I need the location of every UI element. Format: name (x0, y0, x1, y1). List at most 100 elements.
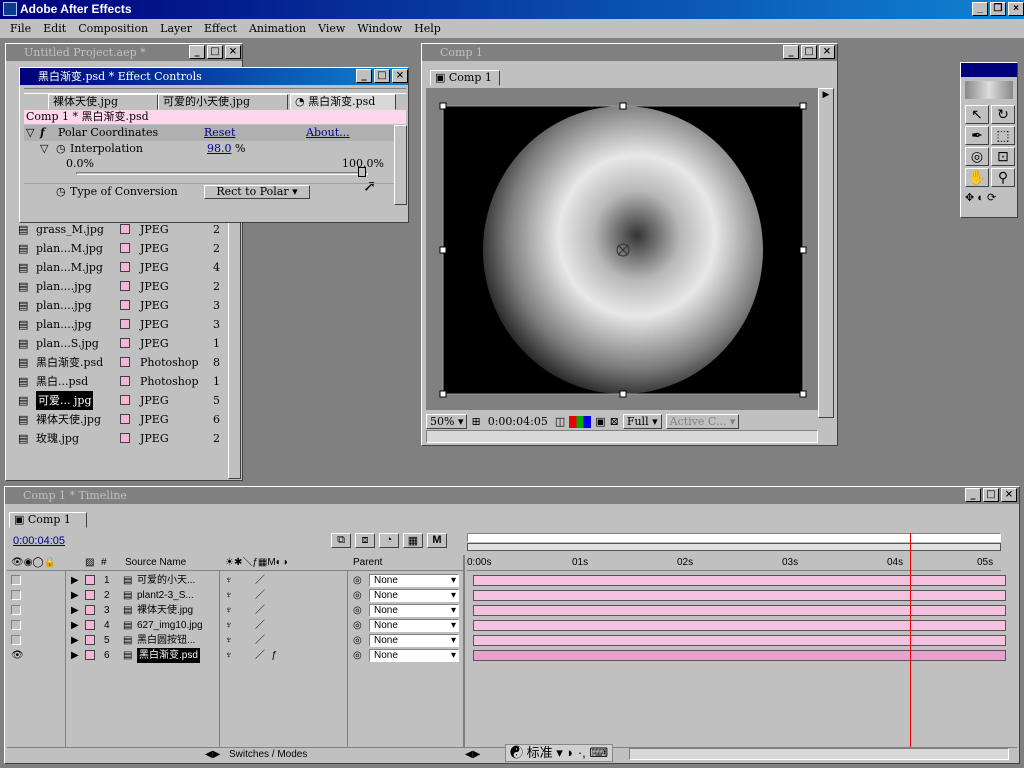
quality-switch-icon[interactable]: ／ (255, 648, 265, 663)
layer-duration-bar[interactable] (473, 605, 1006, 616)
zoom-tool-icon[interactable]: ⚲ (991, 168, 1015, 187)
pickwhip-icon[interactable]: ◎ (353, 573, 362, 588)
rect-mask-tool-icon[interactable]: ⬚ (991, 126, 1015, 145)
pickwhip-icon[interactable]: ◎ (353, 588, 362, 603)
ime-toolbar[interactable]: ☯ 标准 ▾ ◗ ·, ⌨ (505, 744, 614, 762)
label-swatch[interactable] (120, 338, 130, 348)
label-swatch[interactable] (120, 319, 130, 329)
menu-edit[interactable]: Edit (37, 22, 72, 35)
label-swatch[interactable] (120, 243, 130, 253)
parent-dropdown[interactable]: None ▾ (369, 574, 459, 587)
minimize-button[interactable]: _ (972, 2, 988, 16)
project-item[interactable]: ▤ 黑白渐变.psd Photoshop 8 (14, 353, 226, 372)
expand-arrow-icon[interactable]: ▶ (71, 573, 79, 588)
layer-name[interactable]: 裸体天使.jpg (137, 603, 193, 618)
shy-switch-icon[interactable]: ♆ (225, 573, 233, 588)
label-swatch[interactable] (120, 281, 130, 291)
label-swatch[interactable] (120, 262, 130, 272)
menu-window[interactable]: Window (351, 22, 408, 35)
conversion-dropdown[interactable]: Rect to Polar ▾ (204, 185, 310, 199)
time-ruler[interactable]: 0:00s 01s 02s 03s 04s 05s (467, 555, 1001, 571)
comp-maximize-button[interactable]: □ (801, 45, 817, 59)
effect-switch-icon[interactable]: ƒ (271, 648, 277, 663)
label-swatch[interactable] (120, 414, 130, 424)
time-navigator[interactable] (467, 533, 1001, 542)
shy-switch-icon[interactable]: ♆ (225, 588, 233, 603)
shy-switch-icon[interactable]: ♆ (225, 648, 233, 663)
quality-switch-icon[interactable]: ／ (255, 573, 265, 588)
label-swatch[interactable] (120, 300, 130, 310)
comp-minimize-button[interactable]: _ (783, 45, 799, 59)
eye-icon[interactable]: 👁 (11, 648, 24, 663)
pen-tool-icon[interactable]: ✒ (965, 126, 989, 145)
layer-row[interactable]: ▶ 5 ▤ 黑白圆按钮... ♆ ／ ◎ None ▾ (7, 633, 1019, 648)
resolution-dropdown[interactable]: Full ▾ (622, 414, 662, 429)
selection-tool-icon[interactable]: ↖ (965, 105, 989, 124)
layer-label-swatch[interactable] (85, 650, 95, 660)
project-item[interactable]: ▤ 黑白...psd Photoshop 1 (14, 372, 226, 391)
conversion-stopwatch-icon[interactable]: ◷ (56, 184, 66, 200)
comp-viewer[interactable] (426, 88, 818, 410)
layer-row[interactable]: 👁 ▶ 6 ▤ 黑白渐变.psd ♆ ／ ƒ ◎ None ▾ (7, 648, 1019, 663)
effect-close-button[interactable]: × (392, 69, 408, 83)
effect-minimize-button[interactable]: _ (356, 69, 372, 83)
timeline-timecode[interactable]: 0:00:04:05 (13, 535, 65, 547)
channels-icon[interactable] (569, 415, 592, 428)
menu-help[interactable]: Help (408, 22, 447, 35)
rotation-tool-icon[interactable]: ↻ (991, 105, 1015, 124)
layer-label-swatch[interactable] (85, 605, 95, 615)
menu-layer[interactable]: Layer (154, 22, 198, 35)
pickwhip-icon[interactable]: ◎ (353, 603, 362, 618)
shy-switch-icon[interactable]: ♆ (225, 633, 233, 648)
expand-arrow-icon[interactable]: ▶ (71, 618, 79, 633)
switches-toggle-arrows-icon[interactable]: ◀▶ (205, 748, 220, 761)
timeline-comp-tab[interactable]: ▣ Comp 1 (9, 512, 87, 528)
expand-arrow-icon[interactable]: ▶ (71, 603, 79, 618)
layer-row[interactable]: ▶ 3 ▤ 裸体天使.jpg ♆ ／ ◎ None ▾ (7, 603, 1019, 618)
motion-blur-icon[interactable]: ◔ (379, 533, 399, 548)
source-name-header[interactable]: Source Name (125, 555, 186, 571)
menu-animation[interactable]: Animation (243, 22, 312, 35)
layer-duration-bar[interactable] (473, 650, 1006, 661)
project-item[interactable]: ▤ plan....jpg JPEG 2 (14, 277, 226, 296)
interpolation-disclosure-icon[interactable]: ▽ (40, 141, 48, 157)
layer-label-swatch[interactable] (85, 620, 95, 630)
handle-top[interactable] (619, 102, 627, 110)
project-item[interactable]: ▤ plan...S.jpg JPEG 1 (14, 334, 226, 353)
project-close-button[interactable]: × (225, 45, 241, 59)
quality-switch-icon[interactable]: ／ (255, 603, 265, 618)
transparency-grid-icon[interactable]: ⊠ (610, 415, 619, 428)
handle-right[interactable] (799, 246, 807, 254)
expand-arrow-icon[interactable]: ▶ (71, 633, 79, 648)
quality-switch-icon[interactable]: ／ (255, 633, 265, 648)
video-switch[interactable] (11, 635, 21, 645)
project-item[interactable]: ▤ 裸体天使.jpg JPEG 6 (14, 410, 226, 429)
zoom-dropdown[interactable]: 50% ▾ (426, 414, 468, 429)
project-list[interactable]: ▤ grass_M.jpg JPEG 2 ▤ plan...M.jpg JPEG 2 ▤ plan… (14, 220, 226, 476)
restore-button[interactable]: ❐ (990, 2, 1006, 16)
video-switch[interactable] (11, 590, 21, 600)
layer-name[interactable]: 可爱的小天... (137, 573, 195, 588)
region-icon[interactable]: ▣ (595, 415, 605, 428)
frame-blending-icon[interactable]: ▦ (403, 533, 423, 548)
layer-duration-bar[interactable] (473, 590, 1006, 601)
layer-label-swatch[interactable] (85, 635, 95, 645)
menu-view[interactable]: View (312, 22, 351, 35)
expand-arrow-icon[interactable]: ▶ (71, 588, 79, 603)
handle-left[interactable] (439, 246, 447, 254)
layer-label-swatch[interactable] (85, 575, 95, 585)
project-item[interactable]: ▤ plan....jpg JPEG 3 (14, 315, 226, 334)
menu-composition[interactable]: Composition (72, 22, 154, 35)
work-area-bar[interactable] (467, 543, 1001, 551)
timeline-minimize-button[interactable]: _ (965, 488, 981, 502)
interpolation-slider-track[interactable] (76, 172, 368, 175)
menu-effect[interactable]: Effect (198, 22, 243, 35)
timeline-horizontal-scrollbar[interactable] (629, 748, 1009, 760)
parent-dropdown[interactable]: None ▾ (369, 649, 459, 662)
timeline-maximize-button[interactable]: □ (983, 488, 999, 502)
parent-dropdown[interactable]: None ▾ (369, 604, 459, 617)
layer-duration-bar[interactable] (473, 620, 1006, 631)
menu-file[interactable]: File (4, 22, 37, 35)
label-swatch[interactable] (120, 224, 130, 234)
layer-row[interactable]: ▶ 1 ▤ 可爱的小天... ♆ ／ ◎ None ▾ (7, 573, 1019, 588)
